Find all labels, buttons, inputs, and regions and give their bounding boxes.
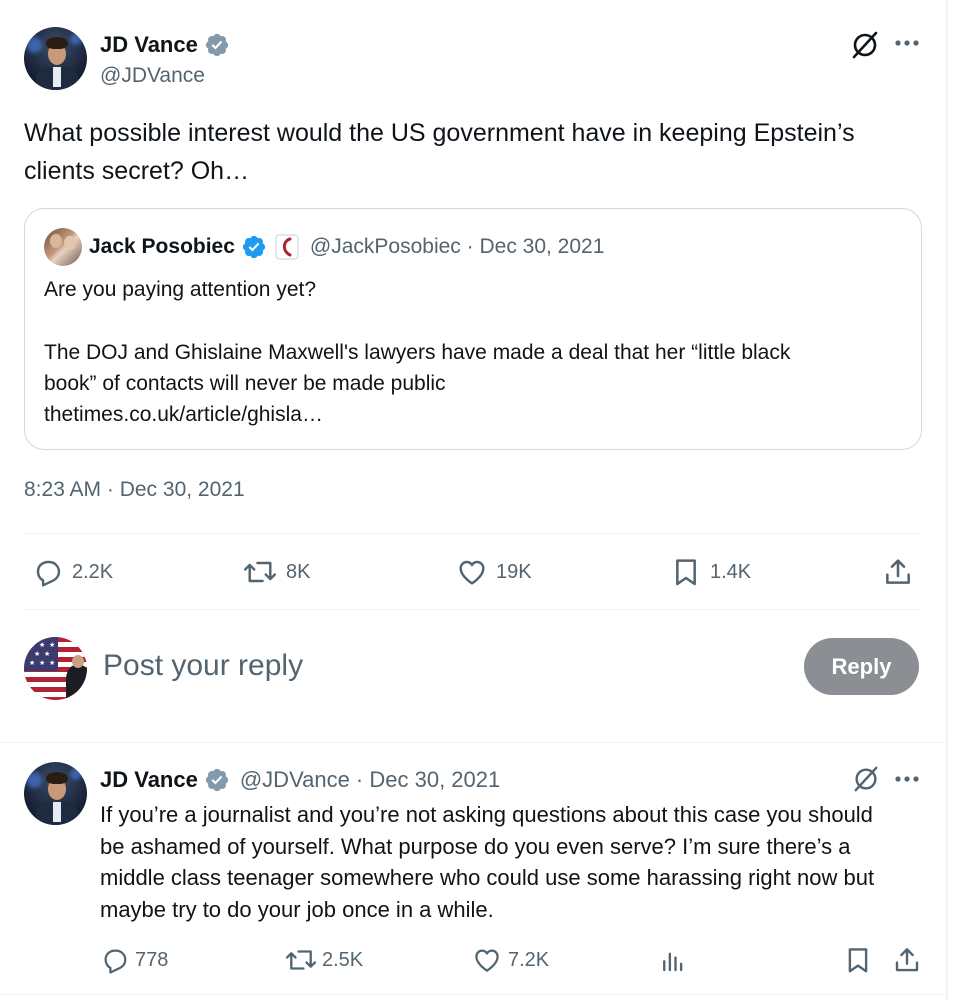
reply-icon — [104, 949, 127, 974]
bookmark-icon — [676, 559, 696, 586]
reply-icon — [36, 560, 61, 587]
share-action[interactable] — [892, 945, 922, 975]
bookmark-icon — [848, 948, 868, 973]
quoted-author-row: Jack Posobiec @JackPosobiec · Dec 30, 20… — [89, 233, 604, 261]
quoted-tweet-card[interactable]: Jack Posobiec @JackPosobiec · Dec 30, 20… — [24, 208, 922, 450]
grok-icon[interactable] — [850, 30, 880, 60]
analytics-icon — [663, 952, 683, 972]
divider — [24, 609, 922, 610]
tweet-text: What possible interest would the US gove… — [24, 119, 855, 185]
heart-icon — [475, 949, 499, 972]
author-handle[interactable]: @JDVance — [100, 64, 205, 88]
like-count: 7.2K — [508, 948, 550, 971]
divider — [0, 742, 946, 743]
like-action[interactable]: 19K — [456, 556, 532, 588]
bookmark-action[interactable] — [843, 945, 873, 975]
author-name-row: JD Vance — [100, 31, 230, 59]
divider — [0, 994, 946, 995]
retweet-count: 2.5K — [322, 948, 364, 971]
quoted-author-avatar — [44, 228, 82, 266]
quoted-text-line-3: book” of contacts will never be made pub… — [44, 372, 446, 395]
current-user-avatar[interactable]: ★ ★ ★ ★ ★ ★ ★ ★ — [24, 637, 87, 700]
like-count: 19K — [496, 560, 532, 583]
reply-tweet-text: If you’re a journalist and you’re not as… — [100, 802, 875, 922]
author-avatar[interactable] — [24, 27, 87, 90]
retweet-count: 8K — [286, 560, 311, 583]
reply-count: 2.2K — [72, 560, 114, 583]
quoted-link[interactable]: thetimes.co.uk/article/ghisla… — [44, 399, 323, 431]
tweet-timestamp[interactable]: 8:23 AM · Dec 30, 2021 — [24, 478, 245, 502]
reply-input[interactable]: Post your reply — [103, 649, 303, 683]
more-options-icon[interactable] — [894, 774, 920, 784]
verified-badge-icon — [205, 768, 228, 792]
more-options-icon[interactable] — [894, 38, 920, 48]
reply-action[interactable]: 778 — [100, 945, 168, 975]
reply-action[interactable]: 2.2K — [32, 556, 113, 588]
bookmark-action[interactable]: 1.4K — [670, 556, 751, 588]
verified-badge-blue-icon — [242, 235, 266, 259]
reply-count: 778 — [135, 948, 169, 971]
like-action[interactable]: 7.2K — [472, 945, 549, 975]
views-action[interactable] — [658, 945, 688, 975]
retweet-action[interactable]: 8K — [242, 556, 310, 588]
reply-button[interactable]: Reply — [804, 638, 919, 695]
verified-badge-icon — [205, 33, 228, 57]
grok-icon[interactable] — [852, 765, 880, 793]
reply-author-name[interactable]: JD Vance — [100, 767, 198, 793]
reply-author-avatar[interactable] — [24, 762, 87, 825]
share-icon — [886, 559, 910, 584]
retweet-icon — [285, 950, 317, 970]
share-icon — [895, 948, 919, 972]
bookmark-count: 1.4K — [710, 560, 752, 583]
quoted-author-handle-date: @JackPosobiec · Dec 30, 2021 — [309, 235, 605, 258]
affiliate-badge-icon — [275, 234, 299, 260]
quoted-text-line-1: Are you paying attention yet? — [44, 278, 317, 301]
share-action[interactable] — [882, 556, 914, 588]
reply-author-row: JD Vance @JDVance · Dec 30, 2021 — [100, 766, 500, 794]
retweet-action[interactable]: 2.5K — [284, 945, 363, 975]
divider — [24, 533, 922, 534]
timeline-border — [946, 0, 948, 1000]
quoted-text-line-2: The DOJ and Ghislaine Maxwell's lawyers … — [44, 341, 791, 364]
reply-author-handle-date: @JDVance · Dec 30, 2021 — [239, 767, 501, 792]
retweet-icon — [243, 561, 277, 583]
quoted-author-name[interactable]: Jack Posobiec — [89, 235, 235, 259]
author-name[interactable]: JD Vance — [100, 32, 198, 58]
heart-icon — [459, 560, 485, 585]
